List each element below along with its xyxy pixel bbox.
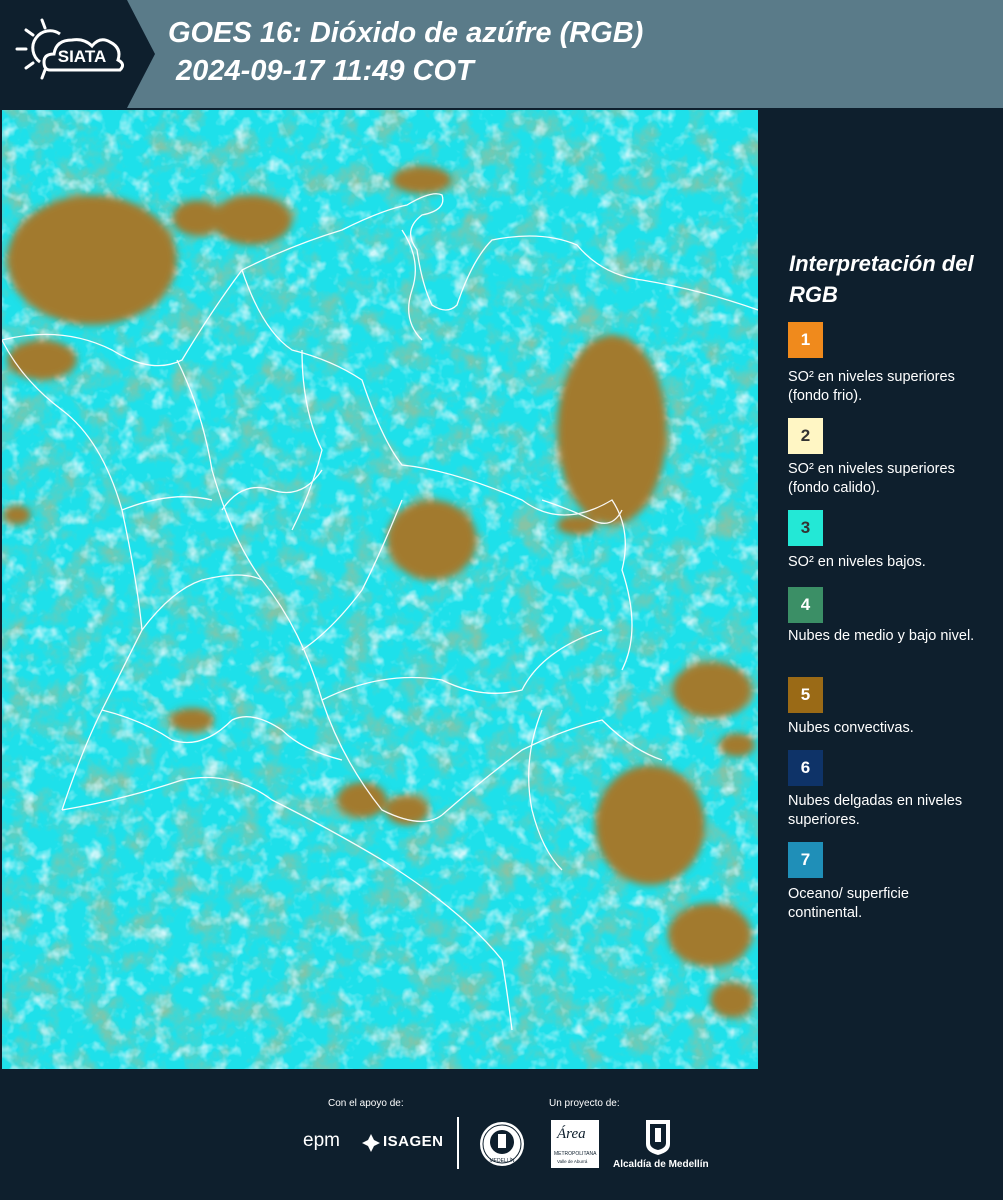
isagen-logo: ISAGEN bbox=[383, 1133, 444, 1150]
legend-text-6: Nubes delgadas en niveles superiores. bbox=[788, 793, 963, 828]
logo-text: SIATA bbox=[58, 47, 106, 66]
alcaldia-label: Alcaldía de Medellín bbox=[613, 1159, 709, 1170]
legend-panel: Interpretación del RGB 1 SO² en niveles … bbox=[760, 110, 1003, 1070]
siata-logo: SIATA bbox=[0, 0, 155, 108]
page-title: GOES 16: Dióxido de azúfre (RGB) 2024-09… bbox=[168, 17, 644, 87]
legend-swatch-3: 3 bbox=[788, 510, 823, 546]
epm-logo: epm bbox=[303, 1130, 340, 1151]
footer-divider bbox=[457, 1117, 459, 1169]
medellin-seal: MEDELLÍN bbox=[478, 1120, 526, 1173]
legend-text-7: Oceano/ superficie continental. bbox=[788, 886, 909, 921]
area-metropolitana-logo: Área METROPOLITANA Valle de Aburrá bbox=[551, 1120, 599, 1168]
legend-text-2: SO² en niveles superiores (fondo calido)… bbox=[788, 461, 955, 496]
legend-swatch-6: 6 bbox=[788, 750, 823, 786]
legend-text-3: SO² en niveles bajos. bbox=[788, 554, 926, 570]
project-label: Un proyecto de: bbox=[549, 1098, 620, 1109]
svg-text:MEDELLÍN: MEDELLÍN bbox=[489, 1157, 514, 1164]
legend-text-5: Nubes convectivas. bbox=[788, 720, 914, 736]
support-label: Con el apoyo de: bbox=[328, 1098, 404, 1109]
alcaldia-crest-icon bbox=[644, 1118, 672, 1161]
header-bar: SIATA GOES 16: Dióxido de azúfre (RGB) 2… bbox=[0, 0, 1003, 108]
legend-swatch-4: 4 bbox=[788, 587, 823, 623]
legend-swatch-1: 1 bbox=[788, 322, 823, 358]
legend-text-1: SO² en niveles superiores (fondo frio). bbox=[788, 369, 955, 404]
legend-text-4: Nubes de medio y bajo nivel. bbox=[788, 628, 975, 644]
legend-swatch-7: 7 bbox=[788, 842, 823, 878]
legend-swatch-2: 2 bbox=[788, 418, 823, 454]
satellite-image bbox=[2, 110, 758, 1069]
legend-swatch-5: 5 bbox=[788, 677, 823, 713]
legend-title: Interpretación del RGB bbox=[789, 251, 974, 307]
footer-bar: Con el apoyo de: Un proyecto de: epm ISA… bbox=[0, 1070, 1003, 1200]
isagen-icon bbox=[360, 1132, 382, 1159]
